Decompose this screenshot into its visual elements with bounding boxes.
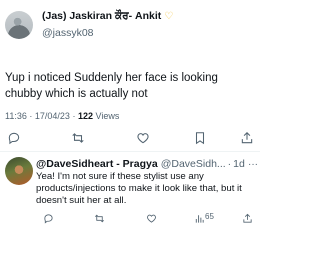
author-display-name[interactable]: (Jas) Jaskiran ਕੌਰ- Ankit (42, 10, 161, 23)
tweet-text: Yup i noticed Suddenly her face is looki… (5, 72, 218, 100)
reply-author-row: @DaveSidheart - Pragya @DaveSidh... · 1d… (36, 158, 258, 170)
reply-icon[interactable] (41, 211, 55, 225)
like-icon[interactable] (135, 130, 151, 146)
share-icon[interactable] (239, 130, 255, 146)
reply-author-name[interactable]: @DaveSidheart - Pragya (36, 158, 158, 170)
reply-icon[interactable] (6, 130, 22, 146)
retweet-icon[interactable] (92, 211, 106, 225)
avatar[interactable] (5, 11, 33, 39)
share-icon[interactable] (240, 211, 254, 225)
reply-author-handle[interactable]: @DaveSidh... (161, 158, 226, 170)
tweet-time[interactable]: 11:36 (5, 111, 27, 121)
meta-separator: · (72, 111, 76, 121)
author-row: (Jas) Jaskiran ਕੌਰ- Ankit ♡ (42, 10, 173, 23)
views-icon[interactable] (192, 211, 206, 225)
reply-views-count[interactable]: 65 (205, 212, 214, 221)
divider (0, 151, 260, 152)
meta-separator: · (227, 158, 232, 170)
reply-actions: 65 (0, 211, 260, 225)
author-handle[interactable]: @jassyk08 (42, 27, 94, 39)
meta-separator: · (29, 111, 33, 121)
more-options-icon[interactable]: ··· (248, 159, 258, 170)
tweet-date[interactable]: 17/04/23 (35, 111, 70, 121)
views-count[interactable]: 122 (78, 111, 93, 121)
tweet-actions (0, 130, 260, 150)
reply-text: Yea! I'm not sure if these stylist use a… (36, 171, 242, 206)
retweet-icon[interactable] (70, 130, 86, 146)
bookmark-icon[interactable] (192, 130, 208, 146)
yellow-heart-icon: ♡ (164, 10, 174, 22)
avatar[interactable] (5, 157, 33, 185)
reply-time[interactable]: 1d (233, 158, 245, 170)
tweet-meta: 11:36 · 17/04/23 · 122 Views (5, 111, 119, 121)
views-label: Views (95, 111, 120, 121)
like-icon[interactable] (144, 211, 158, 225)
